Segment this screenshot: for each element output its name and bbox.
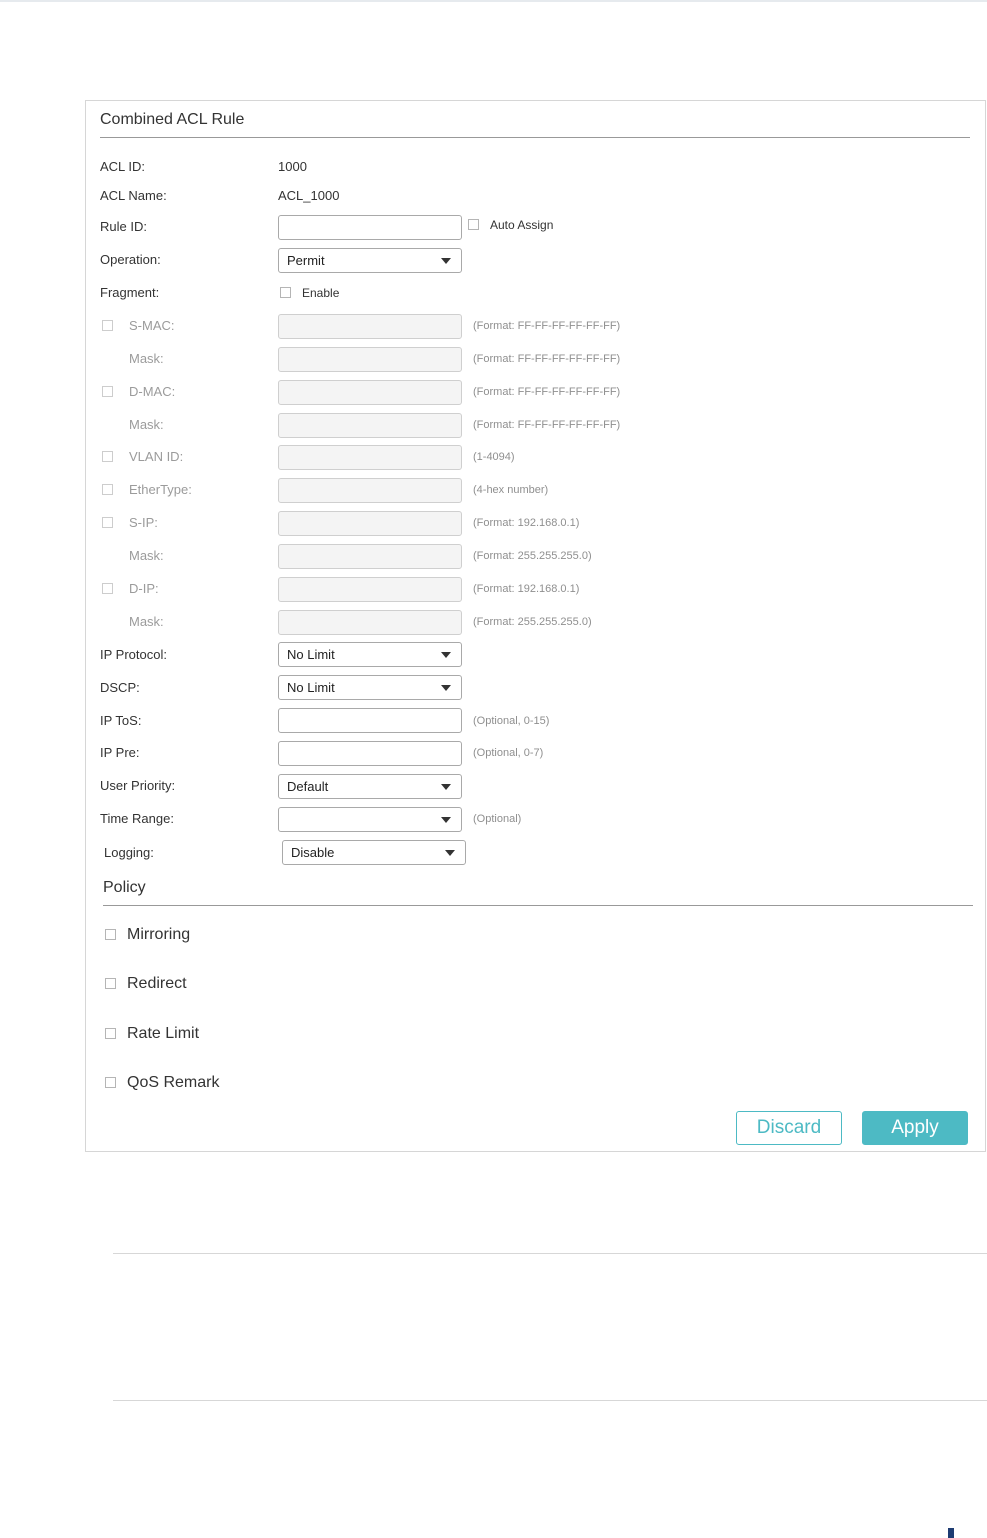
rate-limit-label: Rate Limit xyxy=(127,1025,200,1042)
operation-label: Operation: xyxy=(100,252,161,267)
dscp-selected-value: No Limit xyxy=(287,680,335,695)
chevron-down-icon xyxy=(441,652,451,658)
user-priority-label: User Priority: xyxy=(100,778,176,793)
time-range-label: Time Range: xyxy=(100,811,174,826)
d-ip-hint: (Format: 192.168.0.1) xyxy=(473,583,580,595)
s-mac-mask-label: Mask: xyxy=(129,351,164,366)
logging-label: Logging: xyxy=(104,845,154,860)
s-ip-mask-input xyxy=(278,544,462,569)
d-ip-checkbox[interactable] xyxy=(102,583,113,594)
d-mac-mask-label: Mask: xyxy=(129,417,164,432)
s-ip-mask-label: Mask: xyxy=(129,548,164,563)
vlan-id-checkbox[interactable] xyxy=(102,451,113,462)
discard-button[interactable]: Discard xyxy=(736,1111,842,1145)
d-mac-checkbox[interactable] xyxy=(102,386,113,397)
s-mac-mask-hint: (Format: FF-FF-FF-FF-FF-FF) xyxy=(473,353,621,365)
d-mac-mask-hint: (Format: FF-FF-FF-FF-FF-FF) xyxy=(473,419,621,431)
s-mac-mask-input xyxy=(278,347,462,372)
s-mac-input xyxy=(278,314,462,339)
s-ip-hint: (Format: 192.168.0.1) xyxy=(473,517,580,529)
ip-protocol-select[interactable]: No Limit xyxy=(278,642,462,667)
d-mac-hint: (Format: FF-FF-FF-FF-FF-FF) xyxy=(473,386,621,398)
ip-pre-hint: (Optional, 0-7) xyxy=(473,747,544,759)
chevron-down-icon xyxy=(441,817,451,823)
ip-pre-input[interactable] xyxy=(278,741,462,766)
lower-divider-1 xyxy=(113,1253,987,1254)
qos-remark-checkbox[interactable] xyxy=(105,1077,116,1088)
s-ip-label: S-IP: xyxy=(129,515,158,530)
ip-protocol-selected-value: No Limit xyxy=(287,647,335,662)
d-ip-label: D-IP: xyxy=(129,581,159,596)
dscp-select[interactable]: No Limit xyxy=(278,675,462,700)
ethertype-input xyxy=(278,478,462,503)
d-mac-label: D-MAC: xyxy=(129,384,176,399)
s-ip-mask-hint: (Format: 255.255.255.0) xyxy=(473,550,592,562)
top-divider xyxy=(0,0,987,2)
time-range-hint: (Optional) xyxy=(473,813,522,825)
chevron-down-icon xyxy=(441,784,451,790)
policy-title: Policy xyxy=(103,879,146,896)
logging-select[interactable]: Disable xyxy=(282,840,466,865)
vlan-id-hint: (1-4094) xyxy=(473,451,515,463)
redirect-label: Redirect xyxy=(127,975,187,992)
d-ip-input xyxy=(278,577,462,602)
chevron-down-icon xyxy=(445,850,455,856)
s-ip-checkbox[interactable] xyxy=(102,517,113,528)
mirroring-checkbox[interactable] xyxy=(105,929,116,940)
ip-protocol-label: IP Protocol: xyxy=(100,647,167,662)
d-ip-mask-label: Mask: xyxy=(129,614,164,629)
auto-assign-checkbox[interactable] xyxy=(468,219,479,230)
acl-id-label: ACL ID: xyxy=(100,159,146,174)
d-mac-mask-input xyxy=(278,413,462,438)
d-ip-mask-input xyxy=(278,610,462,635)
panel-title-divider xyxy=(100,137,970,138)
time-range-select[interactable] xyxy=(278,807,462,832)
rule-id-label: Rule ID: xyxy=(100,219,147,234)
operation-select[interactable]: Permit xyxy=(278,248,462,273)
logging-selected-value: Disable xyxy=(291,845,335,860)
acl-name-label: ACL Name: xyxy=(100,188,167,203)
rule-id-input[interactable] xyxy=(278,215,462,240)
auto-assign-label: Auto Assign xyxy=(490,218,554,232)
rate-limit-checkbox[interactable] xyxy=(105,1028,116,1039)
fragment-label: Fragment: xyxy=(100,285,160,300)
ethertype-label: EtherType: xyxy=(129,482,192,497)
corner-mark xyxy=(948,1528,954,1538)
acl-name-value: ACL_1000 xyxy=(278,188,340,203)
user-priority-select[interactable]: Default xyxy=(278,774,462,799)
chevron-down-icon xyxy=(441,685,451,691)
vlan-id-label: VLAN ID: xyxy=(129,449,184,464)
s-mac-hint: (Format: FF-FF-FF-FF-FF-FF) xyxy=(473,320,621,332)
qos-remark-label: QoS Remark xyxy=(127,1074,220,1091)
panel-title: Combined ACL Rule xyxy=(100,111,245,128)
mirroring-label: Mirroring xyxy=(127,926,191,943)
fragment-enable-checkbox[interactable] xyxy=(280,287,291,298)
d-mac-input xyxy=(278,380,462,405)
s-mac-label: S-MAC: xyxy=(129,318,175,333)
s-ip-input xyxy=(278,511,462,536)
apply-button[interactable]: Apply xyxy=(862,1111,968,1145)
redirect-checkbox[interactable] xyxy=(105,978,116,989)
ip-pre-label: IP Pre: xyxy=(100,745,140,760)
ethertype-checkbox[interactable] xyxy=(102,484,113,495)
operation-selected-value: Permit xyxy=(287,253,325,268)
policy-divider xyxy=(103,905,973,906)
ip-tos-input[interactable] xyxy=(278,708,462,733)
ip-tos-label: IP ToS: xyxy=(100,713,142,728)
acl-id-value: 1000 xyxy=(278,159,307,174)
chevron-down-icon xyxy=(441,258,451,264)
vlan-id-input xyxy=(278,445,462,470)
ethertype-hint: (4-hex number) xyxy=(473,484,549,496)
dscp-label: DSCP: xyxy=(100,680,140,695)
ip-tos-hint: (Optional, 0-15) xyxy=(473,715,550,727)
user-priority-selected-value: Default xyxy=(287,779,329,794)
lower-divider-2 xyxy=(113,1400,987,1401)
d-ip-mask-hint: (Format: 255.255.255.0) xyxy=(473,616,592,628)
s-mac-checkbox[interactable] xyxy=(102,320,113,331)
fragment-enable-label: Enable xyxy=(302,286,340,300)
